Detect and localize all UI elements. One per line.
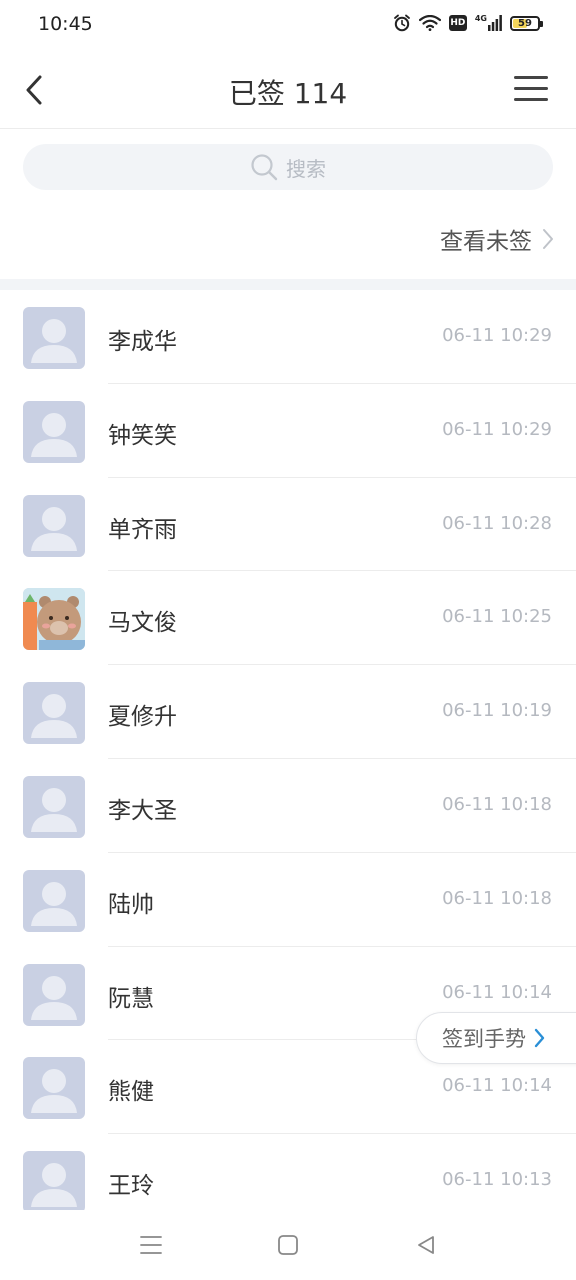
system-nav-bar [0,1210,576,1280]
avatar[interactable] [23,775,85,838]
sign-time: 06-11 10:13 [442,1169,552,1191]
status-bar: 10:45 HD 4G 59 [0,0,576,50]
avatar[interactable] [23,963,85,1026]
search-input[interactable]: 搜索 [23,144,553,190]
sign-time: 06-11 10:14 [442,1075,552,1097]
page-title: 已签 114 [228,77,348,110]
avatar[interactable] [23,869,85,932]
member-name: 马文俊 [108,610,177,637]
default-avatar-icon [31,1069,77,1114]
back-triangle-icon [418,1236,434,1254]
gesture-button-label: 签到手势 [442,1027,526,1051]
default-avatar-icon [31,1163,77,1208]
sign-in-gesture-button[interactable]: 签到手势 [416,1012,576,1064]
home-button[interactable] [275,1232,301,1258]
member-name: 李成华 [108,329,177,355]
menu-button[interactable] [514,74,548,104]
default-avatar-icon [31,881,77,926]
default-avatar-icon [31,975,77,1020]
member-name: 夏修升 [108,704,177,731]
header: 已签 114 [0,50,576,129]
list-item[interactable]: 夏修升 06-11 10:19 [0,665,576,759]
hd-icon: HD [448,15,467,31]
list-item[interactable]: 李大圣 06-11 10:18 [0,759,576,853]
sign-time: 06-11 10:25 [442,606,552,628]
menu-lines-icon [140,1236,162,1254]
status-time: 10:45 [38,13,93,35]
signal-icon: 4G [475,15,502,31]
chevron-right-icon [543,229,553,249]
default-avatar-icon [31,694,77,739]
section-divider [0,279,576,290]
list-item[interactable]: 马文俊 06-11 10:25 [0,571,576,666]
avatar[interactable] [23,494,85,557]
sign-time: 06-11 10:29 [442,418,552,440]
alarm-icon [393,14,411,32]
battery-icon: 59 [510,15,543,31]
default-avatar-icon [31,506,77,551]
list-item[interactable]: 陆帅 06-11 10:18 [0,853,576,947]
default-avatar-icon [31,412,77,457]
back-nav-button[interactable] [413,1232,439,1258]
sign-time: 06-11 10:14 [442,981,552,1003]
recent-apps-button[interactable] [138,1232,164,1258]
avatar[interactable] [23,588,85,651]
member-name: 熊健 [108,1079,154,1106]
sign-time: 06-11 10:18 [442,887,552,909]
search-icon [251,154,278,181]
chevron-right-icon [534,1028,545,1048]
list-item[interactable]: 钟笑笑 06-11 10:29 [0,384,576,478]
avatar[interactable] [23,307,85,369]
sign-time: 06-11 10:28 [442,512,552,534]
member-name: 王玲 [108,1173,154,1200]
list-item[interactable]: 单齐雨 06-11 10:28 [0,478,576,572]
battery-level: 59 [518,17,532,29]
home-square-icon [278,1235,298,1255]
hamburger-menu-icon [514,76,548,79]
signed-list: 李成华 06-11 10:29 钟笑笑 06-11 10:29 单齐雨 06-11 10:… [0,290,576,1228]
avatar[interactable] [23,1057,85,1120]
sign-time: 06-11 10:29 [442,325,552,346]
member-name: 陆帅 [108,891,154,918]
default-avatar-icon [31,319,77,363]
search-placeholder: 搜索 [286,156,326,181]
member-name: 钟笑笑 [108,422,177,449]
avatar[interactable] [23,400,85,463]
avatar[interactable] [23,1151,85,1214]
status-icons: HD 4G 59 [393,14,543,32]
list-item[interactable]: 李成华 06-11 10:29 [0,290,576,384]
wifi-icon [418,15,441,31]
member-name: 阮慧 [108,985,154,1012]
default-avatar-icon [31,787,77,832]
member-name: 单齐雨 [108,516,177,543]
network-label: 4G [474,14,487,23]
view-unsigned-link[interactable]: 查看未签 [440,222,554,256]
sign-time: 06-11 10:18 [442,793,552,815]
member-name: 李大圣 [108,797,177,824]
view-unsigned-label: 查看未签 [440,229,532,255]
bear-photo-icon [23,588,85,651]
avatar[interactable] [23,682,85,745]
sign-time: 06-11 10:19 [442,700,552,722]
